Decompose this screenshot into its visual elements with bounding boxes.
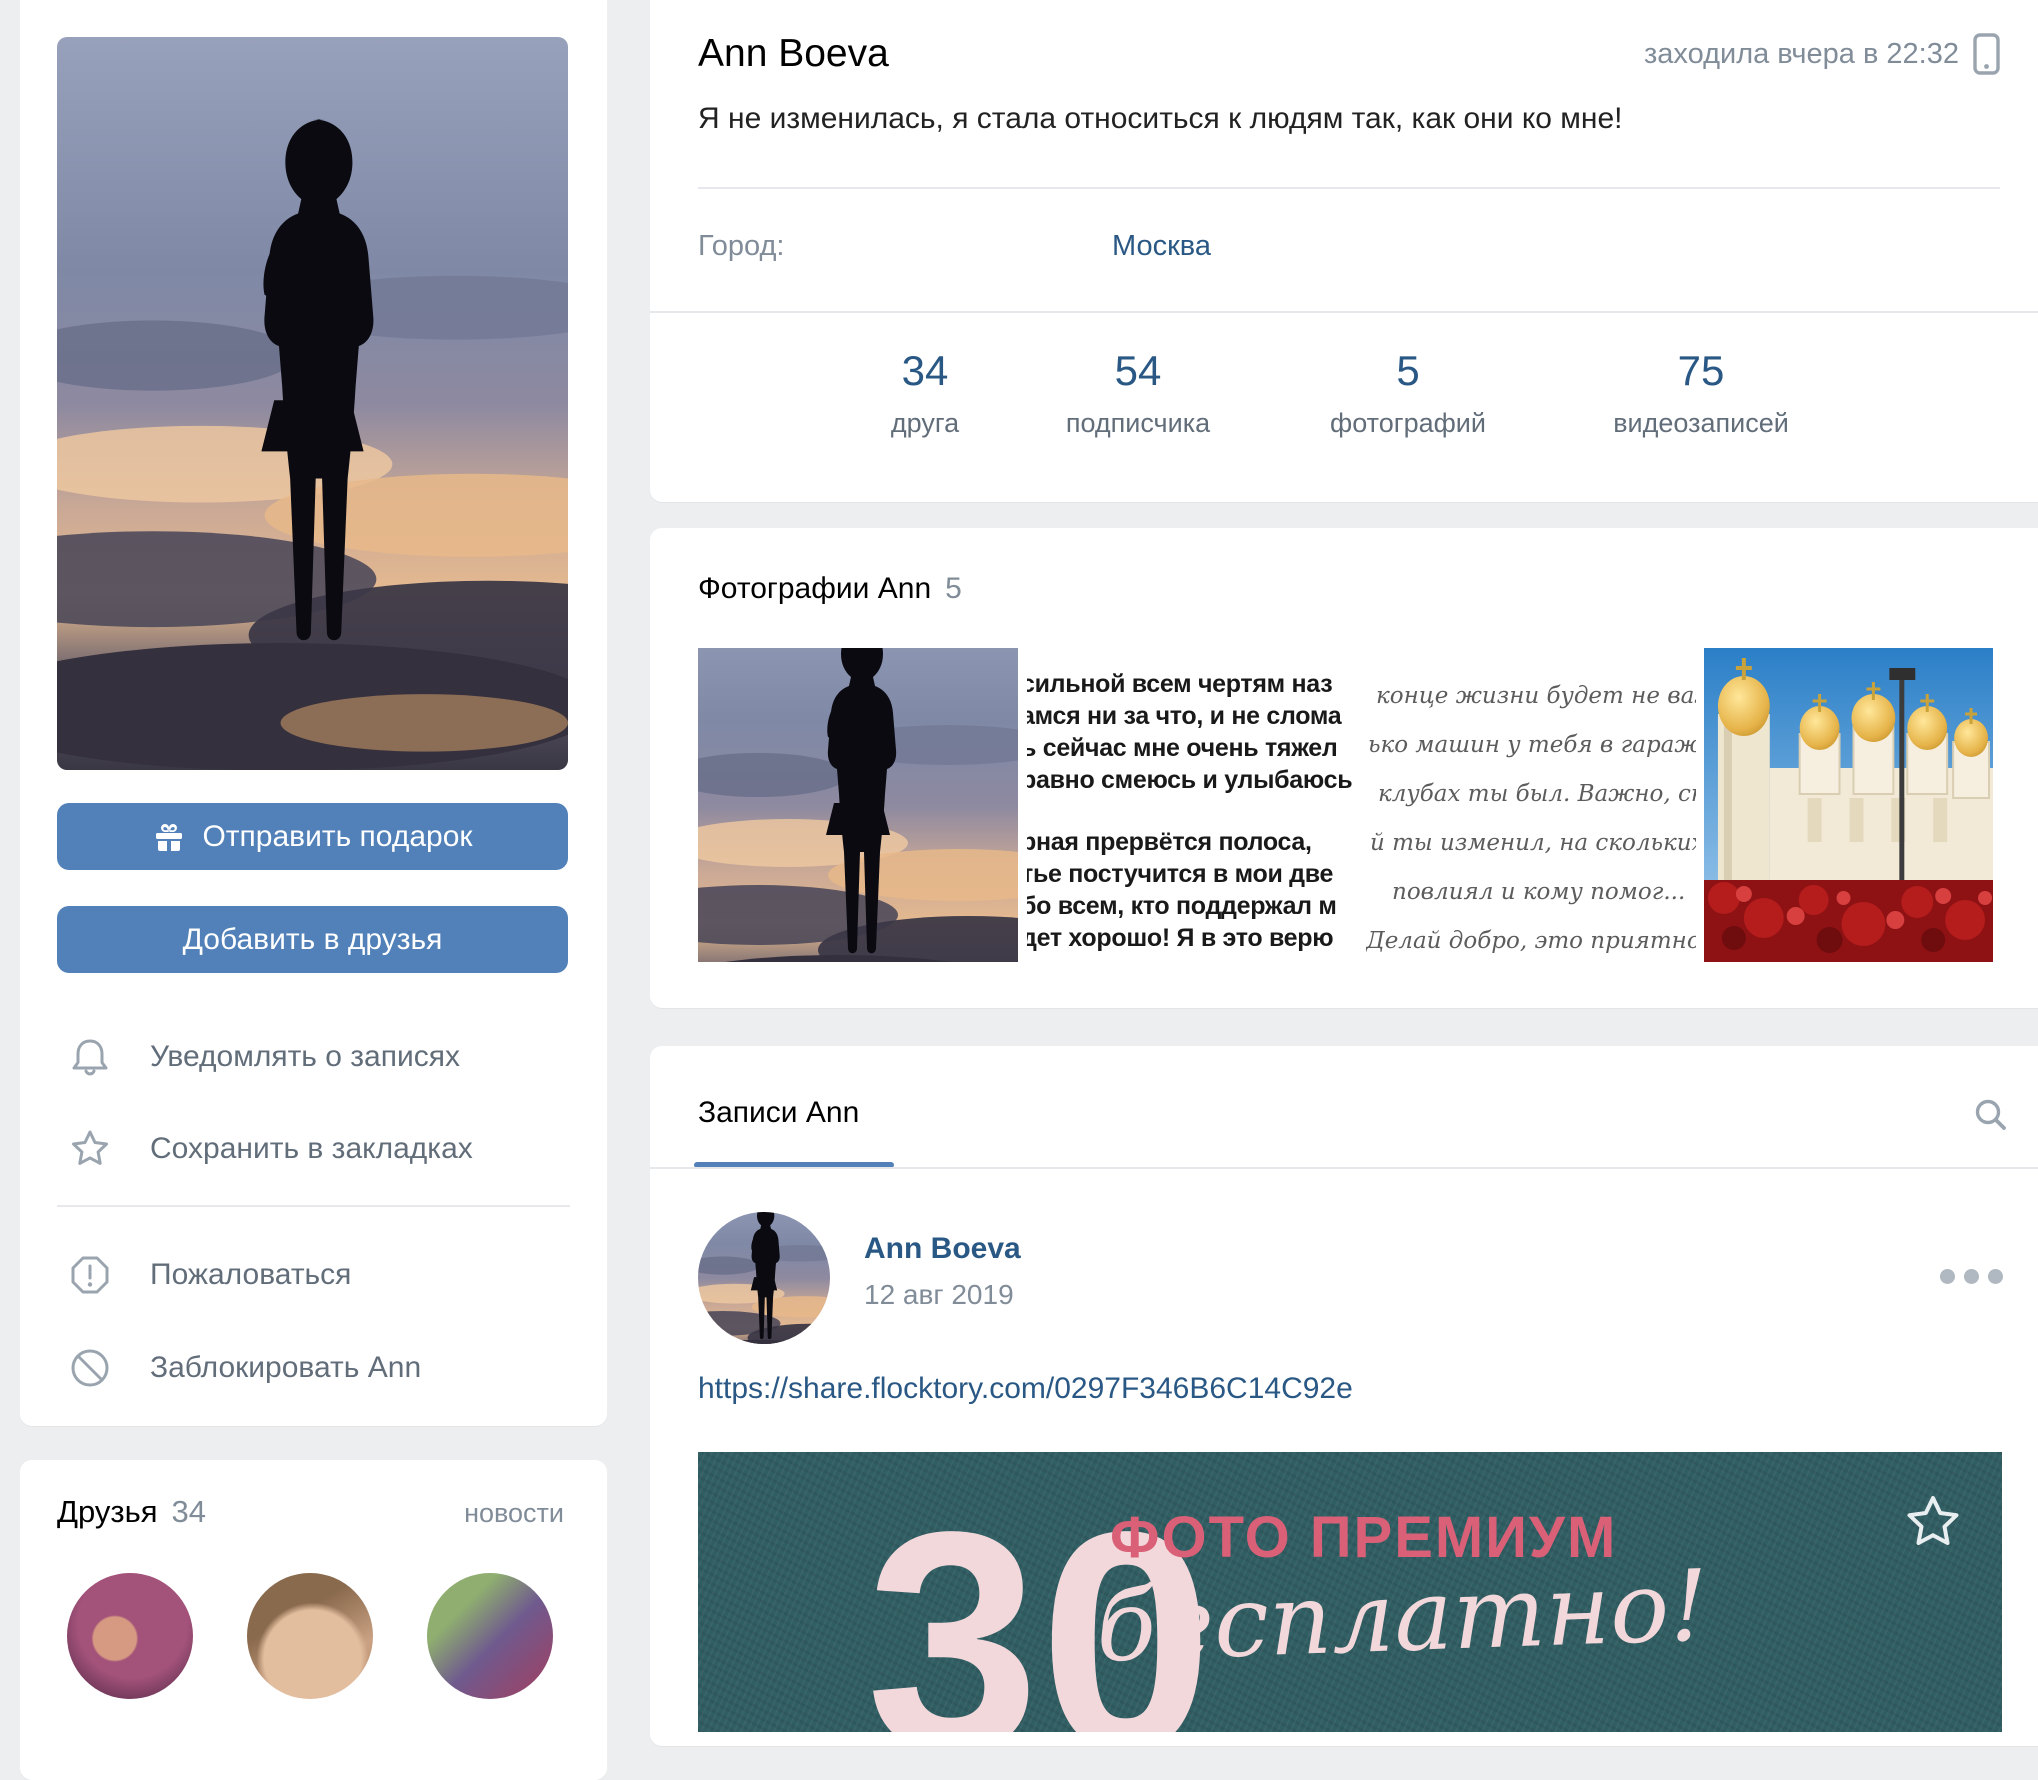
bell-icon [67,1034,113,1080]
report-label: Пожаловаться [150,1258,351,1292]
friend-avatar[interactable] [67,1573,193,1699]
search-icon[interactable] [1972,1096,2010,1134]
report-item[interactable]: Пожаловаться [20,1249,607,1301]
notify-posts-label: Уведомлять о записях [150,1040,460,1074]
divider [650,1167,2038,1169]
post-actions-menu[interactable] [1940,1256,2010,1296]
post-link[interactable]: https://share.flocktory.com/0297F346B6C1… [698,1372,1353,1406]
quote-line: конце жизни будет не важ [1366,672,1696,721]
last-seen-text: заходила вчера в 22:32 [1644,38,1959,71]
quote-line: бо всем, кто поддержал м [1027,890,1357,922]
friend-avatar[interactable] [427,1573,553,1699]
counter-label: фотографий [1258,408,1558,439]
send-gift-label: Отправить подарок [202,820,472,854]
counter-followers[interactable]: 54 подписчика [988,348,1288,439]
quote-line: ько машин у тебя в гараже [1366,721,1696,770]
gift-icon [152,820,186,854]
photo-thumbnail-quote-handwritten[interactable]: конце жизни будет не важ ько машин у теб… [1366,648,1696,962]
friend-avatar[interactable] [247,1573,373,1699]
posts-card: Записи Ann Ann Boeva 12 авг 2019 https:/… [650,1046,2038,1746]
block-user-item[interactable]: Заблокировать Ann [20,1342,607,1394]
quote-line: амся ни за что, и не слома [1027,700,1357,732]
counter-label: видеозаписей [1551,408,1851,439]
photos-title: Фотографии Ann [698,572,931,606]
page-title: Ann Boeva [698,32,889,76]
favorite-star-icon[interactable] [1900,1490,1966,1556]
photos-count: 5 [945,572,962,606]
star-icon [67,1126,113,1172]
silhouette-photo [698,1212,830,1344]
quote-line: сильной всем чертям наз [1027,668,1357,700]
photos-card: Фотографии Ann 5 сильной всем чертям наз… [650,528,2038,1008]
photo-thumbnail-quote-printed[interactable]: сильной всем чертям наз амся ни за что, … [1027,648,1357,962]
silhouette-photo [57,37,568,770]
photo-thumbnail-silhouette[interactable] [698,648,1018,962]
friends-title[interactable]: Друзья [57,1494,158,1530]
dot-icon [1964,1269,1979,1284]
silhouette-photo [698,648,1018,962]
profile-photo[interactable] [57,37,568,770]
report-icon [67,1252,113,1298]
tab-posts[interactable]: Записи Ann [698,1096,859,1130]
notify-posts-item[interactable]: Уведомлять о записях [20,1031,607,1083]
counter-value: 54 [988,348,1288,394]
counter-photos[interactable]: 5 фотографий [1258,348,1558,439]
city-label: Город: [698,230,785,263]
quote-line: клубах ты был. Важно, ск [1366,770,1696,819]
counter-value: 75 [1551,348,1851,394]
save-bookmarks-item[interactable]: Сохранить в закладках [20,1123,607,1175]
divider [650,311,2038,313]
quote-line: ь сейчас мне очень тяжел [1027,732,1357,764]
quote-line: равно смеюсь и улыбаюсь [1027,764,1357,796]
profile-sidebar-card: Отправить подарок Добавить в друзья Увед… [20,0,607,1426]
sidebar-divider [57,1205,570,1207]
mobile-icon [1973,33,2000,75]
friends-count: 34 [172,1494,206,1530]
post-author-name[interactable]: Ann Boeva [864,1232,1021,1266]
friends-header: Друзья 34 новости [57,1494,564,1530]
quote-line: дет хорошо! Я в это верю [1027,922,1357,954]
quote-line: рная прервётся полоса, [1027,826,1357,858]
quote-line: й ты изменил, на скольких [1366,819,1696,868]
friends-news-link[interactable]: новости [464,1498,564,1529]
last-seen: заходила вчера в 22:32 [1644,33,2000,75]
quote-line: Делай добро, это приятно [1366,917,1696,962]
post-promo-image[interactable]: 30 ФОТО ПРЕМИУМ бесплатно! [698,1452,2002,1732]
block-user-label: Заблокировать Ann [150,1351,421,1385]
counter-videos[interactable]: 75 видеозаписей [1551,348,1851,439]
post-date[interactable]: 12 авг 2019 [864,1279,1014,1311]
city-link[interactable]: Москва [1112,230,1211,263]
counter-value: 5 [1258,348,1558,394]
save-bookmarks-label: Сохранить в закладках [150,1132,473,1166]
counter-label: подписчика [988,408,1288,439]
profile-header-card: Ann Boeva заходила вчера в 22:32 Я не из… [650,0,2038,502]
add-friend-button[interactable]: Добавить в друзья [57,906,568,973]
dot-icon [1940,1269,1955,1284]
photos-header[interactable]: Фотографии Ann 5 [698,572,962,606]
divider [698,187,2000,189]
dot-icon [1988,1269,2003,1284]
add-friend-label: Добавить в друзья [183,923,443,957]
photo-thumbnail-church[interactable] [1704,648,1993,962]
quote-line: повлиял и кому помог... [1366,868,1696,917]
quote-line: тье постучится в мои две [1027,858,1357,890]
promo-subtitle: бесплатно! [1094,1549,1710,1684]
name-row: Ann Boeva заходила вчера в 22:32 [698,32,2000,76]
post-author-avatar[interactable] [698,1212,830,1344]
church-photo [1704,648,1993,962]
friends-card: Друзья 34 новости [20,1460,607,1780]
status-text[interactable]: Я не изменилась, я стала относиться к лю… [698,102,1623,136]
block-icon [67,1345,113,1391]
send-gift-button[interactable]: Отправить подарок [57,803,568,870]
